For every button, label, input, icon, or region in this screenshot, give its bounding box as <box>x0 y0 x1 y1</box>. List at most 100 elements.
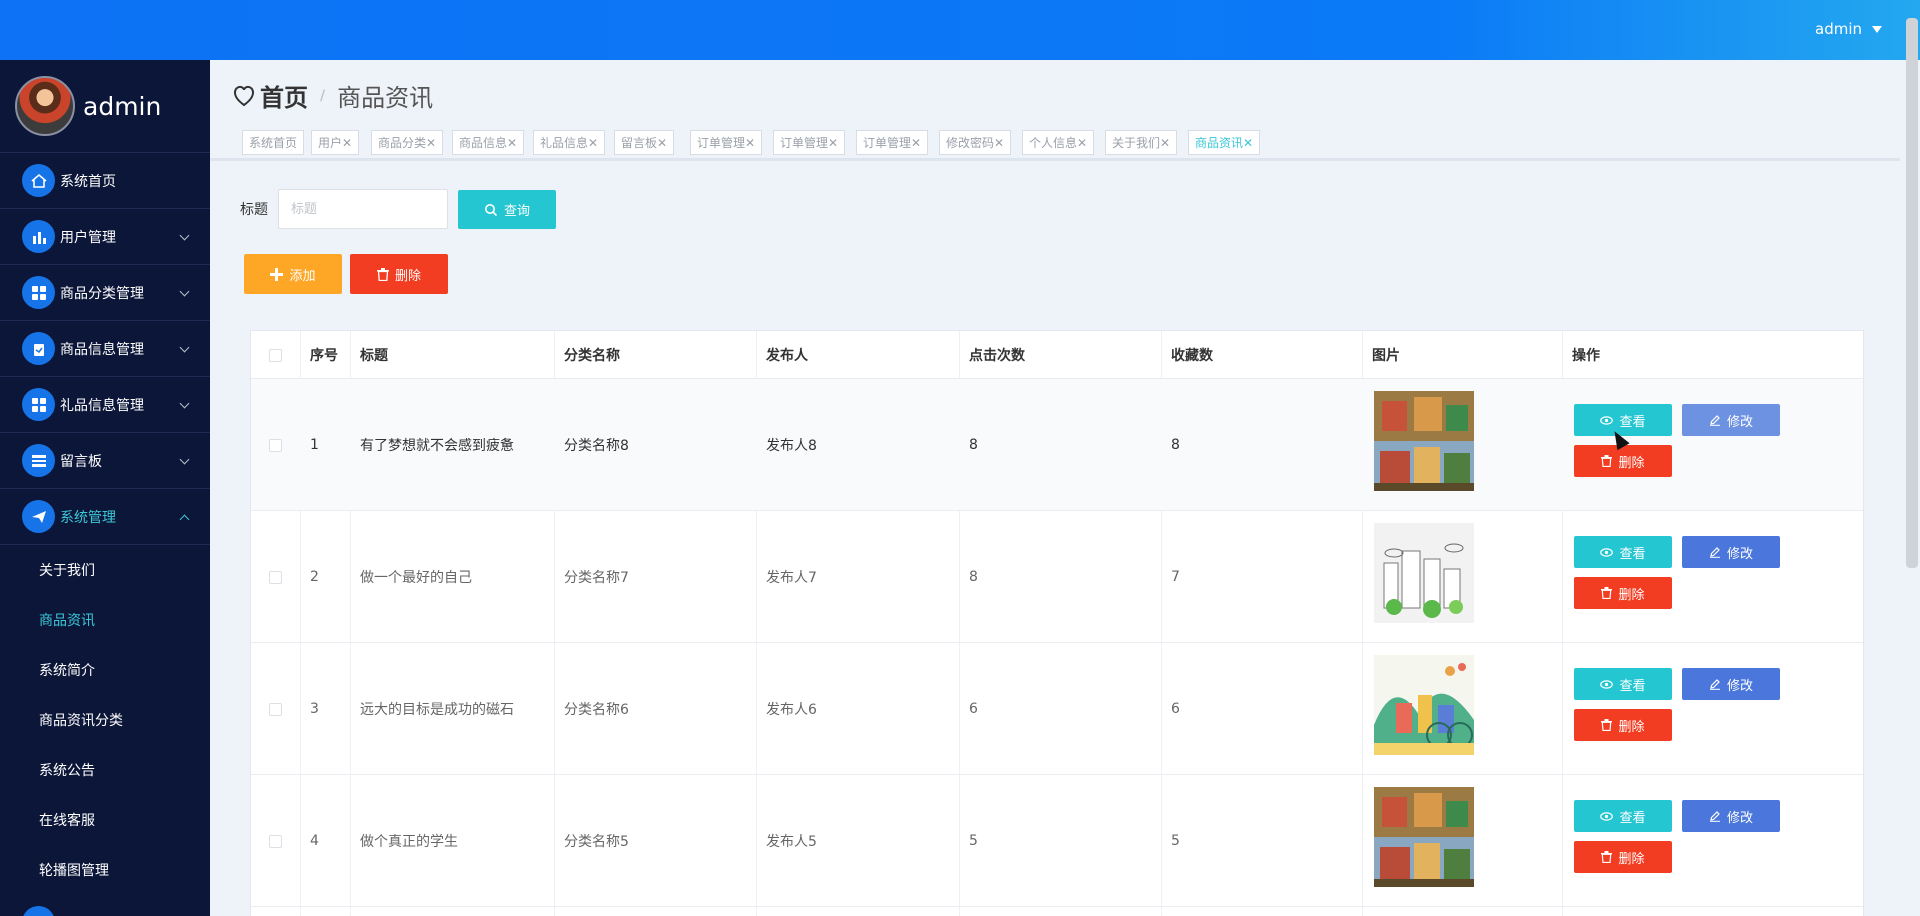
sidebar-subitem-announcement[interactable]: 系统公告 <box>0 745 210 795</box>
edit-button[interactable]: 修改 <box>1682 404 1780 436</box>
header-publisher[interactable]: 发布人 <box>756 331 808 379</box>
goods-icon <box>22 332 55 365</box>
tag-label: 礼品信息 <box>540 136 589 150</box>
chevron-down-icon <box>179 230 190 241</box>
edit-button[interactable]: 修改 <box>1682 800 1780 832</box>
tag-label: 订单管理 <box>780 136 829 150</box>
menu-icon[interactable] <box>22 906 55 916</box>
sidebar-item-users[interactable]: 用户管理 <box>0 209 210 265</box>
chevron-up-icon <box>179 514 190 525</box>
row-checkbox[interactable] <box>269 438 282 452</box>
news-thumbnail[interactable] <box>1374 391 1474 491</box>
avatar <box>15 76 75 136</box>
sidebar-subitem-intro[interactable]: 系统简介 <box>0 645 210 695</box>
tag-item[interactable]: 关于我们 ✕ <box>1105 130 1178 155</box>
sidebar-item-label: 系统首页 <box>60 173 116 190</box>
view-button[interactable]: 查看 <box>1574 536 1672 568</box>
row-select-cell <box>251 775 300 907</box>
view-button[interactable]: 查看 <box>1574 800 1672 832</box>
news-thumbnail[interactable] <box>1374 523 1474 623</box>
search-title-input[interactable] <box>278 189 448 229</box>
edit-button-label: 修改 <box>1726 414 1753 430</box>
news-thumbnail[interactable] <box>1374 655 1474 755</box>
edit-button[interactable]: 修改 <box>1682 536 1780 568</box>
view-button-label: 查看 <box>1619 414 1646 430</box>
tag-item[interactable]: 用户 ✕ <box>311 130 360 155</box>
tag-item[interactable]: 订单管理 ✕ <box>856 130 929 155</box>
plus-icon <box>270 267 284 281</box>
sidebar-item-gifts[interactable]: 礼品信息管理 <box>0 377 210 433</box>
view-button-label: 查看 <box>1619 810 1646 826</box>
edit-button[interactable]: 修改 <box>1682 668 1780 700</box>
delete-button[interactable]: 删除 <box>1574 577 1672 609</box>
select-all-cell <box>251 331 300 379</box>
row-checkbox[interactable] <box>269 570 282 584</box>
header-clicks[interactable]: 点击次数 <box>959 331 1025 379</box>
heart-icon <box>234 85 254 106</box>
header-actions: 操作 <box>1572 348 1600 364</box>
header-favorites[interactable]: 收藏数 <box>1161 331 1213 379</box>
tag-label: 商品资讯 <box>1195 136 1244 150</box>
select-all-checkbox[interactable] <box>269 348 282 362</box>
delete-button-label: 删除 <box>1618 455 1645 471</box>
bar-chart-icon <box>22 220 55 253</box>
row-checkbox[interactable] <box>269 834 282 848</box>
sidebar-subitem-news[interactable]: 商品资讯 <box>0 595 210 645</box>
view-button[interactable]: 查看 <box>1574 668 1672 700</box>
add-button[interactable]: 添加 <box>244 254 342 294</box>
table-row[interactable]: 2 做一个最好的自己 分类名称7 发布人7 8 7 查看 修改 删除 <box>251 511 1863 643</box>
tag-item[interactable]: 礼品信息 ✕ <box>533 130 606 155</box>
trash-icon <box>1601 587 1613 599</box>
tag-item[interactable]: 个人信息 ✕ <box>1022 130 1095 155</box>
sidebar-item-messages[interactable]: 留言板 <box>0 433 210 489</box>
tag-label: 用户 <box>318 136 343 150</box>
table-header-row: 序号 标题 分类名称 发布人 点击次数 收藏数 图片 操作 <box>251 331 1863 379</box>
row-select-cell <box>251 643 300 775</box>
sidebar-item-goods[interactable]: 商品信息管理 <box>0 321 210 377</box>
sidebar-item-home[interactable]: 系统首页 <box>0 153 210 209</box>
sidebar-subitem-carousel[interactable]: 轮播图管理 <box>0 845 210 895</box>
cell-publisher: 发布人8 <box>766 438 817 454</box>
header-category[interactable]: 分类名称 <box>554 331 620 379</box>
breadcrumb-home[interactable]: 首页 <box>260 78 308 113</box>
delete-button[interactable]: 删除 <box>1574 841 1672 873</box>
tag-item[interactable]: 系统首页 <box>242 130 305 155</box>
sidebar-item-category[interactable]: 商品分类管理 <box>0 265 210 321</box>
tag-item-active[interactable]: 商品资讯 ✕ <box>1188 130 1261 155</box>
table-row[interactable]: 3 远大的目标是成功的磁石 分类名称6 发布人6 6 6 查看 修改 删除 <box>251 643 1863 775</box>
vertical-scrollbar[interactable] <box>1906 18 1918 568</box>
delete-button[interactable]: 删除 <box>1574 445 1672 477</box>
cell-favorites: 8 <box>1171 437 1180 453</box>
sidebar-item-system[interactable]: 系统管理 <box>0 489 210 545</box>
cell-category: 分类名称5 <box>564 834 629 850</box>
list-icon <box>22 444 55 477</box>
top-bar: admin <box>0 0 1920 568</box>
delete-button[interactable]: 删除 <box>1574 709 1672 741</box>
query-button[interactable]: 查询 <box>458 190 556 229</box>
tag-item[interactable]: 修改密码 ✕ <box>939 130 1012 155</box>
tag-item[interactable]: 留言板 ✕ <box>614 130 675 155</box>
row-select-cell <box>251 511 300 643</box>
cell-no: 4 <box>310 833 319 849</box>
user-dropdown-label: admin <box>1815 20 1862 38</box>
delete-button-label: 删除 <box>1618 587 1645 603</box>
tag-item[interactable]: 订单管理 ✕ <box>773 130 846 155</box>
tag-item[interactable]: 订单管理 ✕ <box>690 130 763 155</box>
news-thumbnail[interactable] <box>1374 787 1474 887</box>
tag-item[interactable]: 商品分类 ✕ <box>371 130 444 155</box>
tag-label: 系统首页 <box>249 136 298 150</box>
sidebar-subitem-customer-service[interactable]: 在线客服 <box>0 795 210 845</box>
sidebar-subitem-news-category[interactable]: 商品资讯分类 <box>0 695 210 745</box>
batch-delete-button[interactable]: 删除 <box>350 254 448 294</box>
cell-publisher: 发布人5 <box>766 834 817 850</box>
header-no[interactable]: 序号 <box>300 331 338 379</box>
sidebar-subitem-about[interactable]: 关于我们 <box>0 545 210 595</box>
table-row[interactable]: 4 做个真正的学生 分类名称5 发布人5 5 5 查看 修改 删除 <box>251 775 1863 907</box>
tag-item[interactable]: 商品信息 ✕ <box>452 130 525 155</box>
cell-title: 做一个最好的自己 <box>360 570 472 586</box>
tag-label: 订单管理 <box>863 136 912 150</box>
cell-no: 2 <box>310 569 319 585</box>
header-title[interactable]: 标题 <box>350 331 388 379</box>
user-dropdown[interactable]: admin <box>1815 20 1882 38</box>
row-checkbox[interactable] <box>269 702 282 716</box>
